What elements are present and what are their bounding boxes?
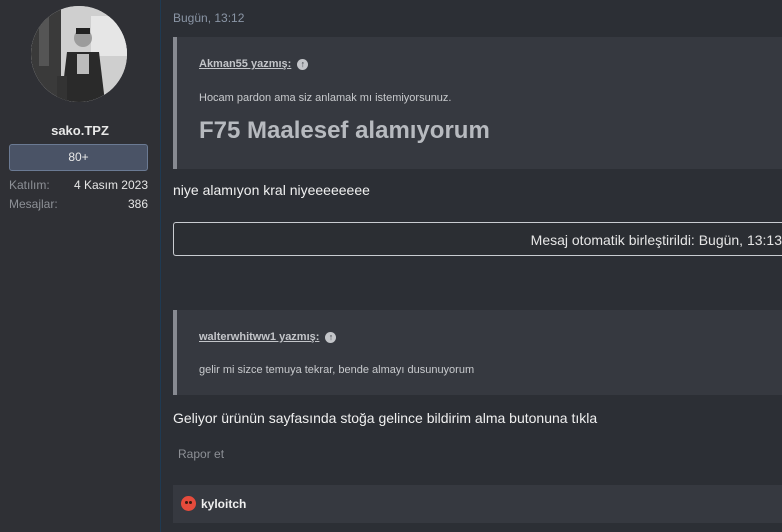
reply-text-2: Geliyor ürünün sayfasında stoğa gelince … xyxy=(173,410,598,426)
avatar-image xyxy=(31,6,127,102)
username[interactable]: sako.TPZ xyxy=(0,123,160,138)
messages-value: 386 xyxy=(127,197,148,211)
messages-label: Mesajlar: xyxy=(9,197,58,211)
quote-big-text-1: F75 Maalesef alamıyorum xyxy=(199,117,490,144)
report-link[interactable]: Rapor et xyxy=(178,447,224,461)
reaction-bar: kyloitch xyxy=(173,485,782,523)
arrow-up-circle-icon[interactable]: ↑ xyxy=(325,331,337,343)
joined-value: 4 Kasım 2023 xyxy=(73,178,148,192)
quote-block-1: Akman55 yazmış: ↑ Hocam pardon ama siz an… xyxy=(173,37,782,169)
user-title-badge: 80+ xyxy=(9,144,148,171)
angry-face-icon xyxy=(181,496,196,511)
quote-author-1[interactable]: Akman55 yazmış: ↑ xyxy=(199,58,309,70)
quote-text-2: gelir mi sizce temuya tekrar, bende alma… xyxy=(199,364,475,376)
joined-label: Katılım: xyxy=(9,178,50,192)
merged-notice-text: Mesaj otomatik birleştirildi: Bugün, 13:… xyxy=(530,232,782,248)
quote-author-1-label[interactable]: Akman55 yazmış: xyxy=(199,58,291,70)
arrow-up-circle-icon[interactable]: ↑ xyxy=(297,58,309,70)
post-content: Bugün, 13:12 Akman55 yazmış: ↑ Hocam pard… xyxy=(161,0,782,532)
quote-author-2-label[interactable]: walterwhitww1 yazmış: xyxy=(199,331,319,343)
reaction-user[interactable]: kyloitch xyxy=(201,497,246,511)
quote-block-2: walterwhitww1 yazmış: ↑ gelir mi sizce te… xyxy=(173,310,782,395)
user-sidebar: sako.TPZ 80+ Katılım: 4 Kasım 2023 Mesaj… xyxy=(0,0,161,532)
avatar[interactable] xyxy=(31,6,127,102)
quote-text-1: Hocam pardon ama siz anlamak mı istemiyo… xyxy=(199,92,452,104)
merged-notice: Mesaj otomatik birleştirildi: Bugün, 13:… xyxy=(173,222,782,256)
post-timestamp[interactable]: Bugün, 13:12 xyxy=(173,11,244,25)
reply-text-1: niye alamıyon kral niyeeeeeeee xyxy=(173,182,370,198)
quote-author-2[interactable]: walterwhitww1 yazmış: ↑ xyxy=(199,331,337,343)
